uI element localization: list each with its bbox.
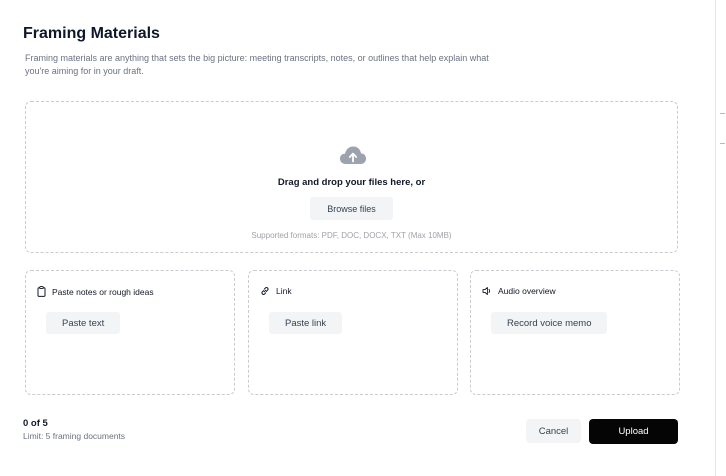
browse-files-button[interactable]: Browse files [310, 197, 393, 220]
clipboard-icon [37, 286, 46, 297]
paste-notes-title: Paste notes or rough ideas [52, 286, 154, 297]
link-header: Link [260, 286, 292, 296]
dropzone-prompt: Drag and drop your files here, or [277, 177, 426, 188]
audio-overview-card: Audio overview Record voice memo [470, 270, 680, 395]
record-voice-memo-button[interactable]: Record voice memo [491, 312, 608, 334]
paste-notes-header: Paste notes or rough ideas [37, 286, 154, 297]
page-description: Framing materials are anything that sets… [25, 53, 489, 76]
paste-text-button[interactable]: Paste text [46, 312, 121, 334]
document-count: 0 of 5 [23, 418, 48, 429]
audio-overview-title: Audio overview [498, 286, 556, 296]
link-icon [261, 287, 269, 295]
upload-button[interactable]: Upload [589, 419, 678, 444]
audio-overview-header: Audio overview [482, 286, 556, 296]
link-title: Link [276, 286, 292, 296]
paste-notes-card: Paste notes or rough ideas Paste text [25, 270, 235, 395]
document-limit: Limit: 5 framing documents [23, 431, 126, 441]
framing-materials-dialog: Framing Materials Framing materials are … [0, 0, 726, 476]
paste-link-button[interactable]: Paste link [269, 312, 343, 334]
edge-tick-mark [720, 113, 725, 114]
window-edge-divider [715, 0, 716, 476]
supported-formats-text: Supported formats: PDF, DOC, DOCX, TXT (… [251, 231, 452, 240]
link-card: Link Paste link [248, 270, 458, 395]
file-dropzone[interactable]: Drag and drop your files here, or Browse… [25, 101, 678, 253]
speaker-icon [482, 287, 491, 295]
cloud-upload-icon [340, 146, 366, 164]
cancel-button[interactable]: Cancel [526, 419, 581, 443]
page-title: Framing Materials [23, 25, 160, 42]
edge-tick-mark [720, 143, 725, 144]
